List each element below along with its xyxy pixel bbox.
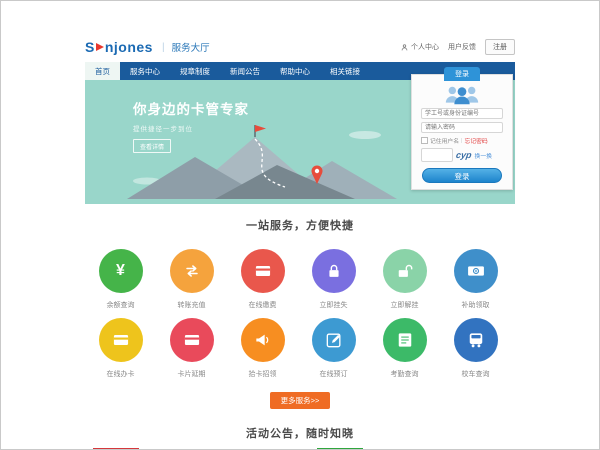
hero-detail-button[interactable]: 查看详情 [133, 139, 171, 153]
service-item[interactable]: 考勤查询 [369, 310, 440, 379]
service-label: 卡片延期 [178, 369, 206, 379]
header: Snjones | 服务大厅 个人中心 用户反馈 注册 [85, 1, 515, 62]
captcha-row: cyp 换一换 [421, 148, 503, 162]
site-name: 服务大厅 [172, 40, 210, 54]
service-item[interactable]: ¥ 余额查询 [85, 241, 156, 310]
nav-item[interactable]: 首页 [85, 62, 120, 80]
card-icon [99, 318, 143, 362]
service-item[interactable]: 卡片延期 [156, 310, 227, 379]
bus-icon [454, 318, 498, 362]
lock-icon [312, 249, 356, 293]
service-item[interactable]: 校车查询 [440, 310, 511, 379]
service-label: 在线预订 [320, 369, 348, 379]
login-submit-button[interactable]: 登录 [422, 168, 502, 183]
service-item[interactable]: 在线缴费 [227, 241, 298, 310]
service-label: 转账充值 [178, 300, 206, 310]
service-label: 拾卡招领 [249, 369, 277, 379]
card-icon [170, 318, 214, 362]
service-item[interactable]: 转账充值 [156, 241, 227, 310]
logo-divider: | [162, 42, 165, 53]
more-services-wrap: 更多服务>> [85, 390, 515, 409]
transfer-icon [170, 249, 214, 293]
service-item[interactable]: 立即挂失 [298, 241, 369, 310]
edit-icon [312, 318, 356, 362]
nav-item[interactable]: 帮助中心 [270, 62, 320, 80]
options-separator: | [461, 138, 463, 144]
service-label: 补助领取 [462, 300, 490, 310]
hero-subtitle: 提供捷径一步到位 [133, 123, 249, 133]
service-label: 考勤查询 [391, 369, 419, 379]
service-label: 在线缴费 [249, 300, 277, 310]
nav-item[interactable]: 规章制度 [170, 62, 220, 80]
logo-text-rest: njones [105, 39, 153, 55]
service-item[interactable]: 补助领取 [440, 241, 511, 310]
service-item[interactable]: 立即解挂 [369, 241, 440, 310]
header-links: 个人中心 用户反馈 注册 [391, 39, 515, 55]
hero-title: 你身边的卡管专家 [133, 98, 249, 118]
login-tab[interactable]: 登录 [444, 67, 480, 81]
service-label: 在线办卡 [107, 369, 135, 379]
remember-checkbox[interactable] [421, 137, 428, 144]
captcha-image[interactable]: cyp [455, 150, 472, 160]
list-icon [383, 318, 427, 362]
nav-item[interactable]: 新闻公告 [220, 62, 270, 80]
person-icon [400, 43, 409, 52]
logo[interactable]: Snjones | 服务大厅 [85, 39, 210, 55]
login-panel: 登录 记住用户名 | 忘记密码 [411, 74, 513, 190]
service-item[interactable]: 在线预订 [298, 310, 369, 379]
logo-text: S [85, 39, 95, 55]
users-icon [412, 84, 512, 105]
nav-item[interactable]: 相关链接 [320, 62, 370, 80]
login-options-row: 记住用户名 | 忘记密码 [421, 136, 503, 145]
remember-label: 记住用户名 [430, 136, 459, 145]
service-label: 立即解挂 [391, 300, 419, 310]
service-label: 立即挂失 [320, 300, 348, 310]
card-icon [241, 249, 285, 293]
service-item[interactable]: 拾卡招领 [227, 310, 298, 379]
unlock-icon [383, 249, 427, 293]
captcha-refresh-link[interactable]: 换一换 [475, 151, 492, 160]
nav-item[interactable]: 服务中心 [120, 62, 170, 80]
page: Snjones | 服务大厅 个人中心 用户反馈 注册 首页服务中心规章制度新闻… [0, 0, 600, 450]
services-grid: ¥ 余额查询 转账充值 在线缴费 立即挂失 立即解挂 补助领取 [85, 241, 515, 379]
user-feedback-link[interactable]: 用户反馈 [448, 42, 476, 52]
logo-arrow-icon [96, 43, 104, 51]
register-button[interactable]: 注册 [485, 39, 515, 55]
hero-text: 你身边的卡管专家 提供捷径一步到位 查看详情 [133, 98, 249, 154]
forgot-password-link[interactable]: 忘记密码 [465, 136, 488, 145]
yen-icon: ¥ [99, 249, 143, 293]
hero-banner: 你身边的卡管专家 提供捷径一步到位 查看详情 登录 记 [85, 80, 515, 204]
more-services-button[interactable]: 更多服务>> [270, 392, 331, 409]
personal-center-link[interactable]: 个人中心 [400, 42, 439, 52]
banknote-icon [454, 249, 498, 293]
megaphone-icon [241, 318, 285, 362]
username-input[interactable] [421, 108, 503, 119]
services-heading: 一站服务，方便快捷 [85, 217, 515, 233]
service-label: 校车查询 [462, 369, 490, 379]
service-item[interactable]: 在线办卡 [85, 310, 156, 379]
service-label: 余额查询 [107, 300, 135, 310]
captcha-input[interactable] [421, 148, 453, 162]
password-input[interactable] [421, 122, 503, 133]
announcements-heading: 活动公告，随时知晓 [85, 425, 515, 441]
